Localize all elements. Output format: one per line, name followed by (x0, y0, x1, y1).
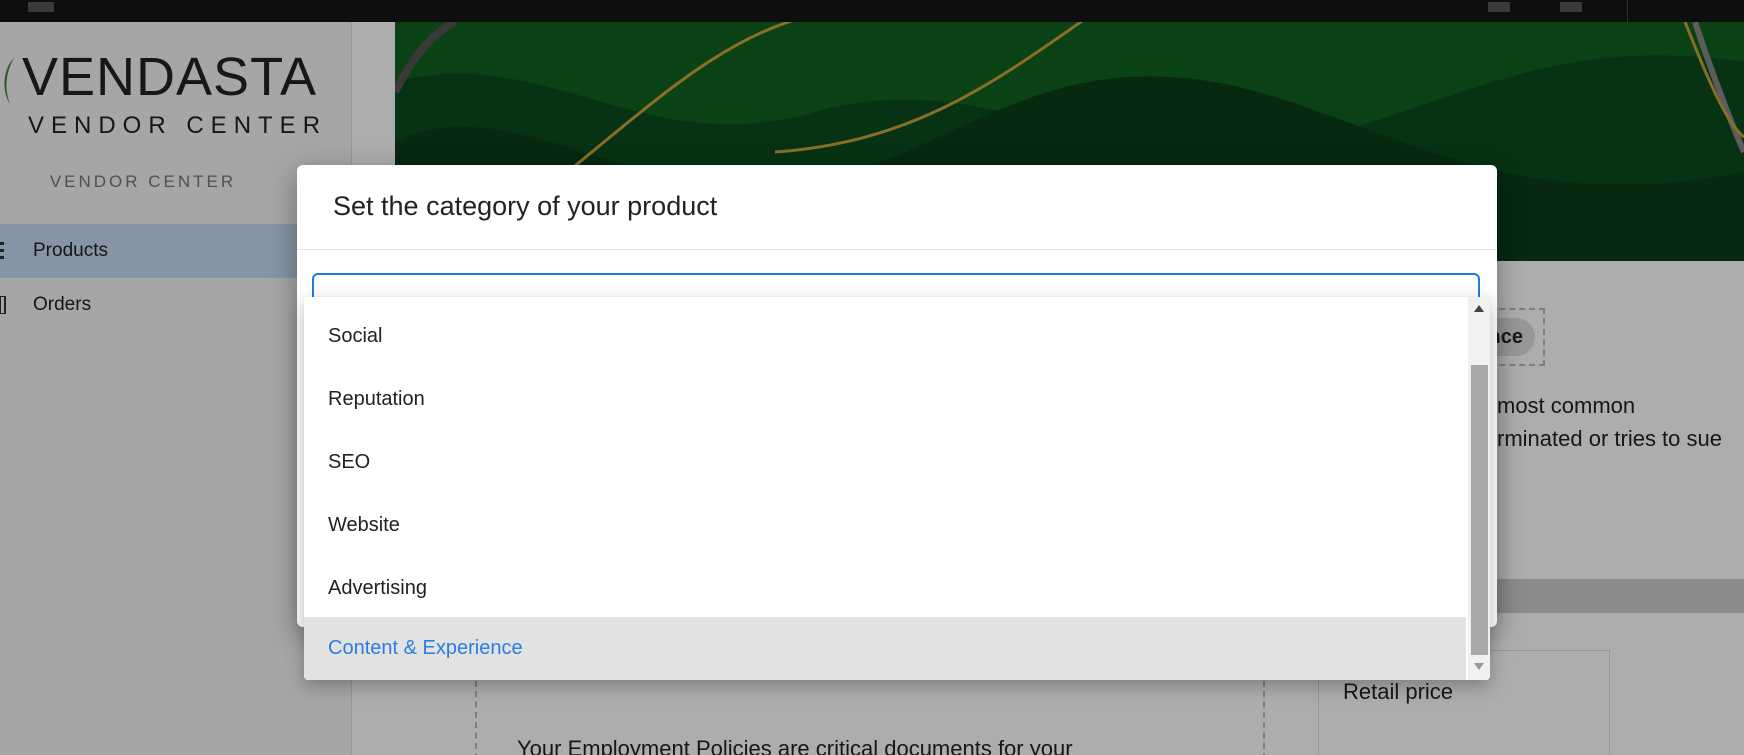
option-advertising[interactable]: Advertising (304, 557, 1466, 620)
dialog-divider (297, 249, 1497, 250)
option-website[interactable]: Website (304, 494, 1466, 557)
option-seo[interactable]: SEO (304, 431, 1466, 494)
scroll-down-arrow-icon[interactable] (1474, 663, 1484, 670)
category-dropdown-list: Social Reputation SEO Website Advertisin… (304, 297, 1490, 680)
scrollbar-thumb[interactable] (1471, 365, 1488, 655)
option-social[interactable]: Social (304, 305, 1466, 368)
option-content-experience[interactable]: Content & Experience (304, 617, 1466, 680)
dropdown-scrollbar[interactable] (1468, 297, 1490, 680)
dialog-title: Set the category of your product (333, 191, 718, 221)
option-reputation[interactable]: Reputation (304, 368, 1466, 431)
scroll-up-arrow-icon[interactable] (1474, 305, 1484, 312)
